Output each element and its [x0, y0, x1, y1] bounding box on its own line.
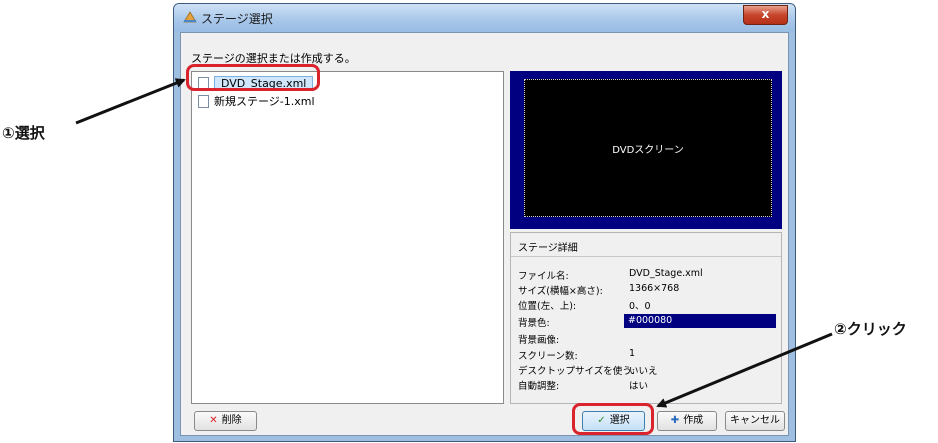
step1-callout: ①選択	[2, 124, 45, 142]
arrow-to-select	[656, 332, 833, 408]
annotation-arrows	[75, 78, 833, 408]
arrow-to-file	[75, 78, 186, 125]
step2-callout: ②クリック	[834, 320, 907, 338]
